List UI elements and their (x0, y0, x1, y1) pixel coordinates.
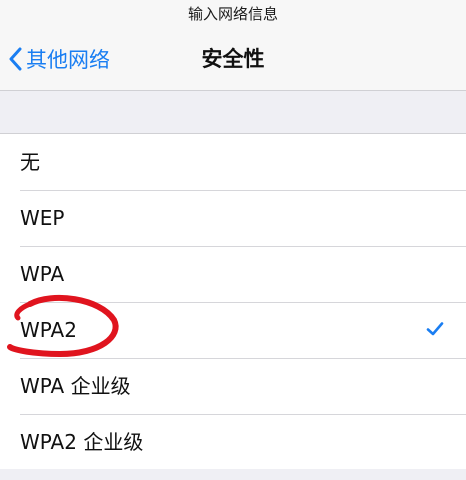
security-option-wpa2-enterprise[interactable]: WPA2 企业级 (0, 414, 466, 470)
security-option-wpa2[interactable]: WPA2 (0, 302, 466, 358)
chevron-left-icon (8, 47, 22, 71)
back-button[interactable]: 其他网络 (8, 44, 110, 74)
checkmark-icon (426, 321, 444, 341)
bottom-background (0, 469, 466, 480)
back-button-label: 其他网络 (26, 48, 110, 72)
option-label: WPA2 企业级 (20, 430, 144, 454)
option-label: WPA2 (20, 318, 77, 342)
option-label: WPA (20, 262, 65, 286)
navigation-bar: 其他网络 安全性 (0, 28, 466, 91)
security-options-list: 无 WEP WPA WPA2 WPA 企业级 WPA2 企业级 (0, 133, 466, 471)
network-info-prompt: 输入网络信息 (0, 0, 466, 28)
wifi-security-screen: 输入网络信息 其他网络 安全性 无 WEP WPA WPA2 WPA 企业级 W… (0, 0, 466, 480)
option-label: WEP (20, 206, 65, 230)
security-option-wpa[interactable]: WPA (0, 246, 466, 302)
security-option-wpa-enterprise[interactable]: WPA 企业级 (0, 358, 466, 414)
option-label: 无 (20, 150, 40, 174)
security-option-none[interactable]: 无 (0, 134, 466, 190)
option-label: WPA 企业级 (20, 374, 131, 398)
section-spacer (0, 91, 466, 133)
security-option-wep[interactable]: WEP (0, 190, 466, 246)
